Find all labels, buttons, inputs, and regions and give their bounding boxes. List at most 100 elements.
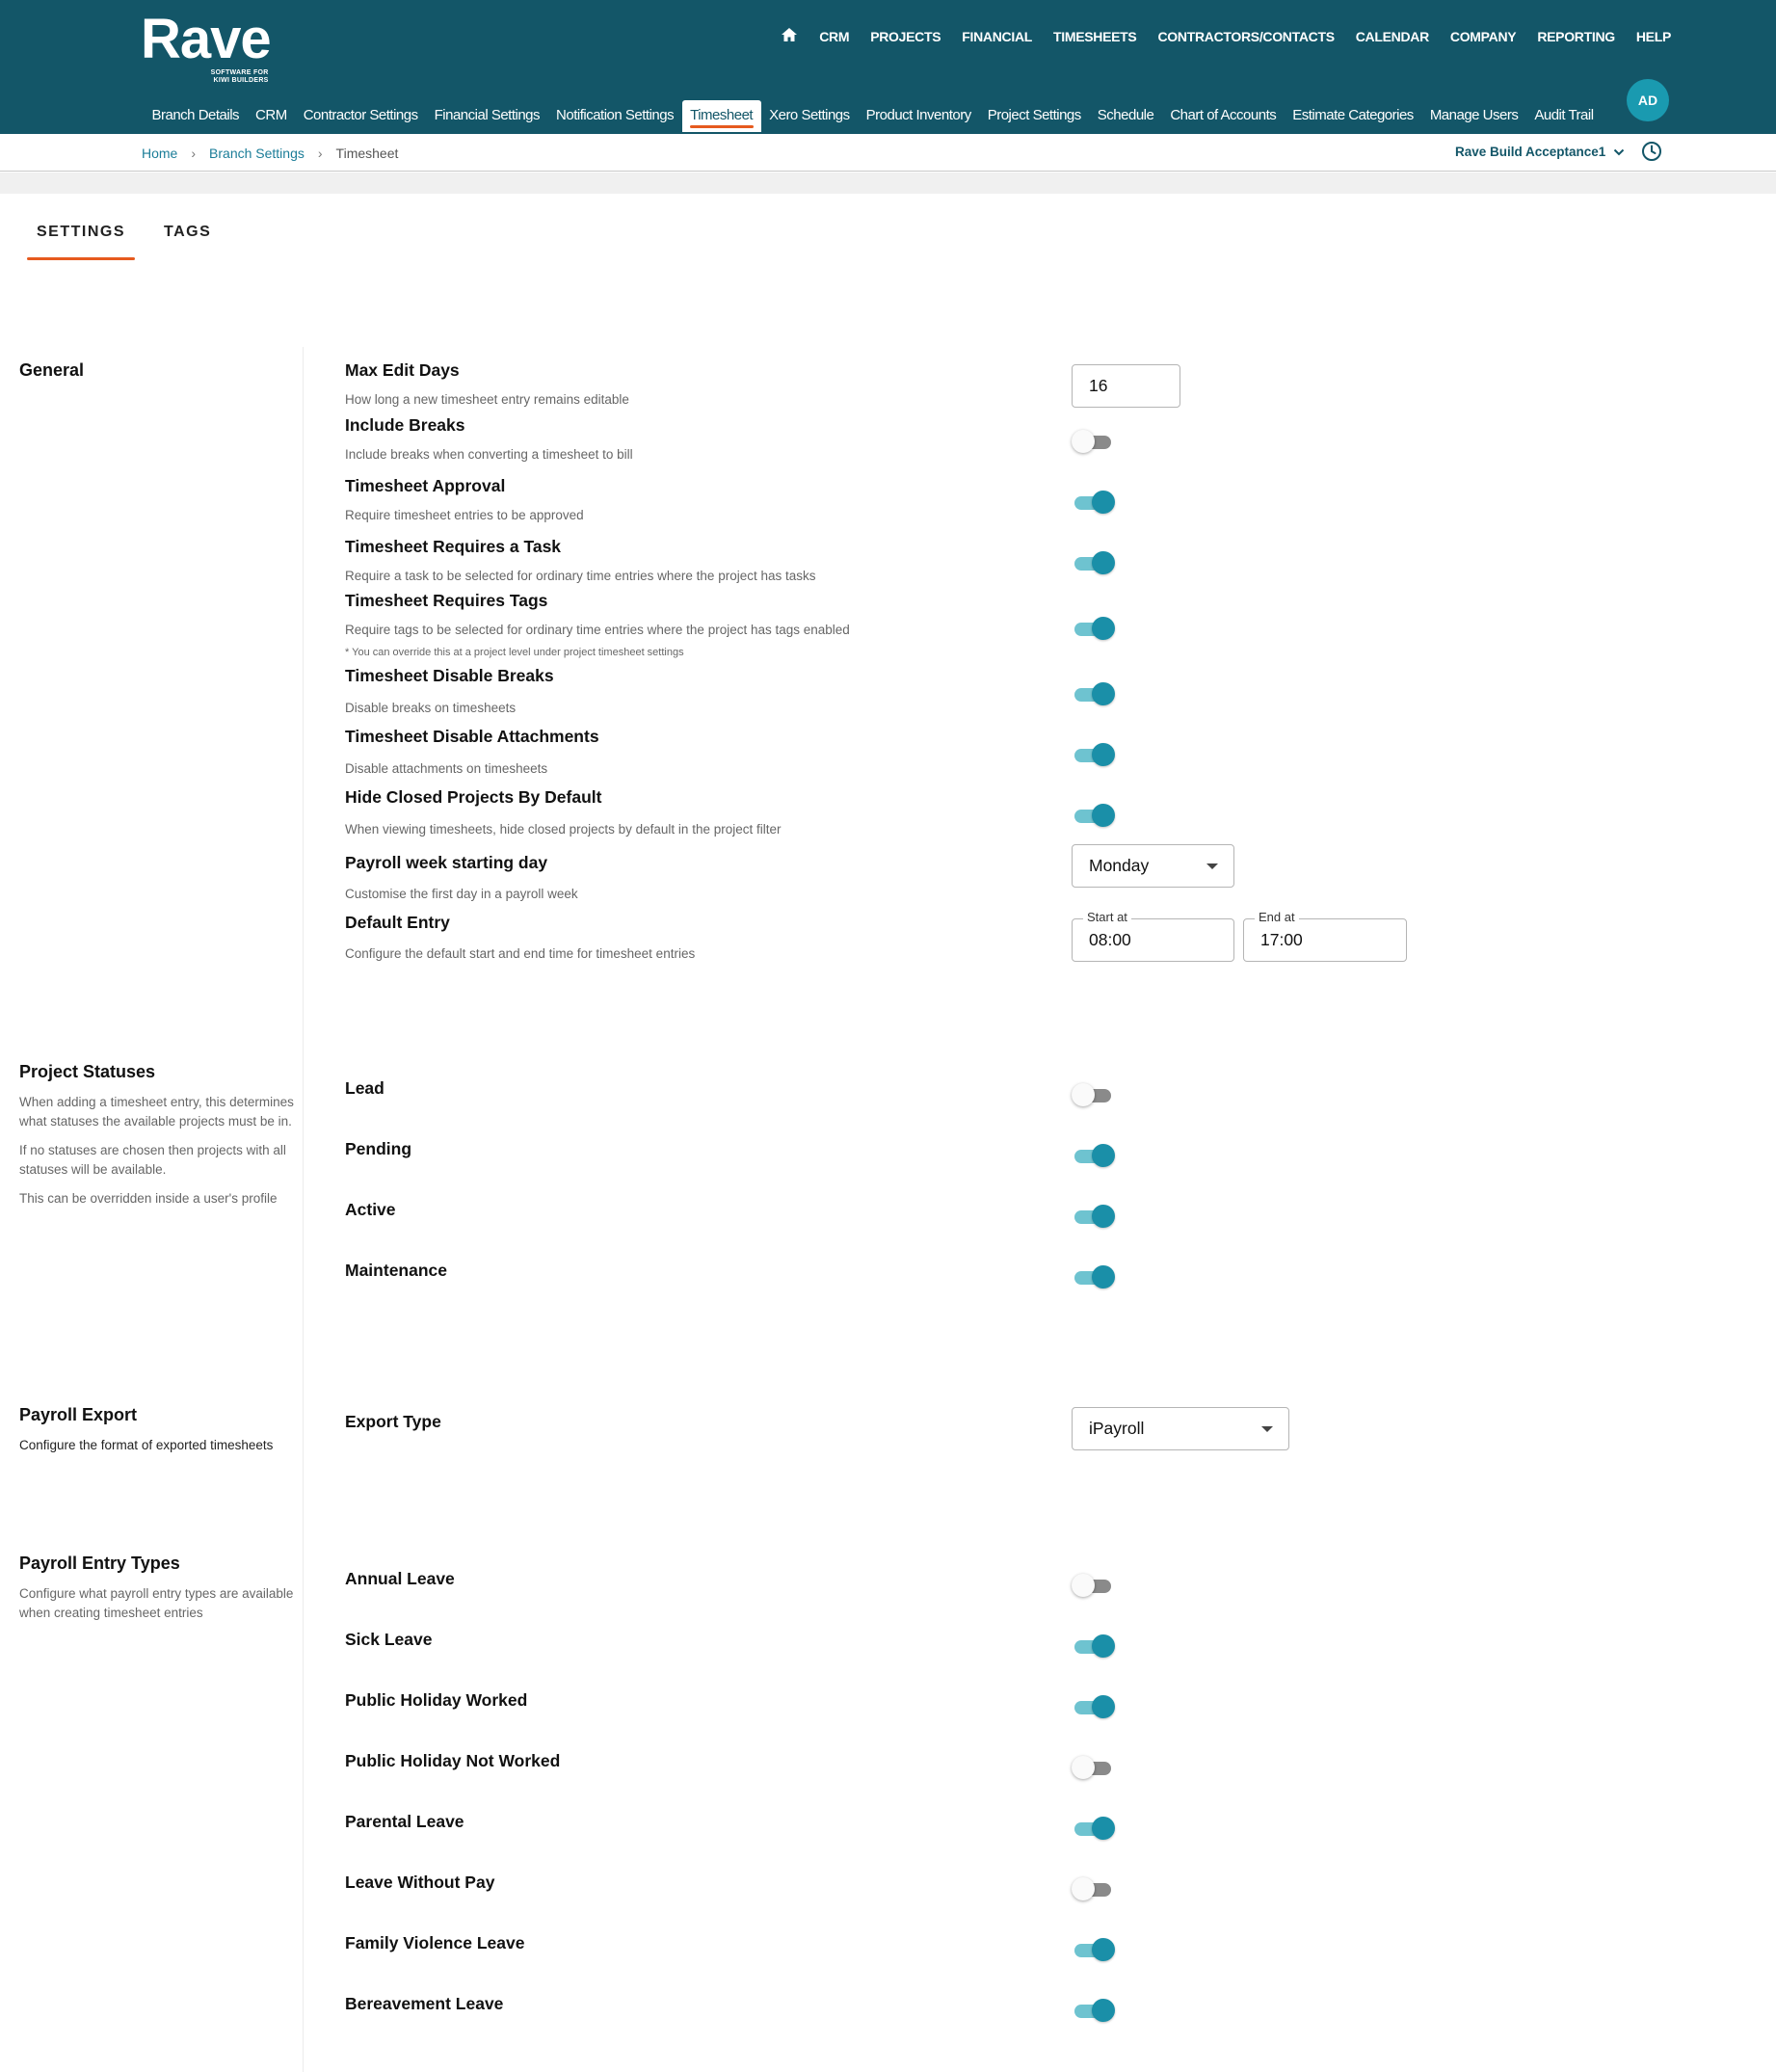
breadcrumb-home[interactable]: Home: [142, 146, 177, 161]
user-avatar[interactable]: AD: [1627, 79, 1669, 121]
setting-title-max-edit-days: Max Edit Days: [345, 360, 460, 380]
page-divider-strip: [0, 173, 1776, 194]
top-nav-calendar[interactable]: CALENDAR: [1356, 29, 1429, 44]
sub-nav-crm[interactable]: CRM: [248, 100, 296, 132]
timesheet-approval-toggle[interactable]: [1072, 490, 1115, 515]
sub-nav-financial-settings[interactable]: Financial Settings: [426, 100, 547, 132]
status-active-toggle[interactable]: [1072, 1204, 1115, 1229]
setting-desc-payroll-week: Customise the first day in a payroll wee…: [345, 887, 578, 901]
leave-without-pay-toggle[interactable]: [1072, 1876, 1114, 1901]
logo-wordmark: Rave: [141, 8, 272, 70]
include-breaks-toggle[interactable]: [1072, 429, 1114, 454]
history-clock-icon[interactable]: [1641, 141, 1662, 162]
setting-desc-max-edit-days: How long a new timesheet entry remains e…: [345, 392, 629, 407]
branch-selector[interactable]: Rave Build Acceptance1: [1455, 145, 1625, 159]
status-maintenance-toggle[interactable]: [1072, 1264, 1115, 1289]
max-edit-days-value[interactable]: [1089, 376, 1180, 396]
hide-closed-projects-toggle[interactable]: [1072, 803, 1115, 828]
public-holiday-not-worked-toggle[interactable]: [1072, 1755, 1114, 1780]
requires-tags-toggle[interactable]: [1072, 616, 1115, 641]
top-nav-reporting[interactable]: REPORTING: [1537, 29, 1615, 44]
export-type-select[interactable]: iPayroll: [1072, 1407, 1289, 1450]
sub-nav-estimate-categories[interactable]: Estimate Categories: [1285, 100, 1422, 132]
rave-logo[interactable]: Rave SOFTWARE FOR KIWI BUILDERS: [141, 8, 272, 85]
breadcrumb-branch-settings[interactable]: Branch Settings: [209, 146, 305, 161]
sub-nav-xero-settings[interactable]: Xero Settings: [761, 100, 859, 132]
tab-settings[interactable]: SETTINGS: [27, 216, 136, 260]
section-desc-payroll-export: Configure the format of exported timeshe…: [19, 1438, 274, 1452]
setting-desc-default-entry: Configure the default start and end time…: [345, 946, 696, 961]
top-nav-timesheets[interactable]: TIMESHEETS: [1053, 29, 1137, 44]
dropdown-arrow-icon: [1261, 1426, 1273, 1432]
entry-type-label-public-holiday-not-worked: Public Holiday Not Worked: [345, 1751, 561, 1770]
disable-breaks-toggle[interactable]: [1072, 681, 1115, 706]
bereavement-leave-toggle[interactable]: [1072, 1998, 1115, 2023]
status-pending-toggle[interactable]: [1072, 1143, 1115, 1168]
setting-title-export-type: Export Type: [345, 1412, 441, 1431]
section-title-general: General: [19, 360, 85, 380]
status-lead-toggle[interactable]: [1072, 1082, 1114, 1107]
setting-title-requires-tags: Timesheet Requires Tags: [345, 591, 548, 610]
home-icon[interactable]: [781, 27, 798, 45]
sub-nav-schedule[interactable]: Schedule: [1089, 100, 1162, 132]
family-violence-leave-toggle[interactable]: [1072, 1937, 1115, 1962]
entry-type-label-family-violence-leave: Family Violence Leave: [345, 1933, 525, 1952]
section-desc-project-statuses-2: If no statuses are chosen then projects …: [19, 1143, 286, 1177]
setting-title-hide-closed-projects: Hide Closed Projects By Default: [345, 787, 602, 807]
section-desc-project-statuses-1: When adding a timesheet entry, this dete…: [19, 1095, 294, 1129]
start-at-value: 08:00: [1089, 930, 1131, 949]
sub-nav-product-inventory[interactable]: Product Inventory: [858, 100, 979, 132]
payroll-week-select[interactable]: Monday: [1072, 844, 1234, 888]
sick-leave-toggle[interactable]: [1072, 1634, 1115, 1659]
setting-title-default-entry: Default Entry: [345, 913, 450, 932]
breadcrumb-bar: Home › Branch Settings › Timesheet Rave …: [0, 134, 1776, 172]
sub-nav-project-settings[interactable]: Project Settings: [979, 100, 1089, 132]
entry-type-label-sick-leave: Sick Leave: [345, 1630, 433, 1649]
settings-tabs: SETTINGS TAGS: [27, 216, 221, 260]
sub-nav-timesheet[interactable]: Timesheet: [681, 100, 761, 132]
setting-title-requires-task: Timesheet Requires a Task: [345, 537, 562, 556]
requires-task-toggle[interactable]: [1072, 550, 1115, 575]
setting-title-include-breaks: Include Breaks: [345, 415, 465, 435]
default-end-time-input[interactable]: End at 17:00: [1243, 910, 1407, 962]
top-nav-projects[interactable]: PROJECTS: [870, 29, 941, 44]
sub-nav-contractor-settings[interactable]: Contractor Settings: [295, 100, 426, 132]
setting-title-disable-attachments: Timesheet Disable Attachments: [345, 727, 599, 746]
logo-tagline: SOFTWARE FOR KIWI BUILDERS: [210, 69, 269, 84]
chevron-right-icon: ›: [191, 146, 197, 161]
annual-leave-toggle[interactable]: [1072, 1573, 1114, 1598]
parental-leave-toggle[interactable]: [1072, 1816, 1115, 1841]
end-at-value: 17:00: [1260, 930, 1303, 949]
status-label-lead: Lead: [345, 1078, 384, 1098]
setting-desc-disable-attachments: Disable attachments on timesheets: [345, 761, 548, 776]
section-title-project-statuses: Project Statuses: [19, 1062, 156, 1081]
section-desc-payroll-entry-types: Configure what payroll entry types are a…: [19, 1586, 294, 1620]
top-nav-company[interactable]: COMPANY: [1450, 29, 1517, 44]
section-title-payroll-export: Payroll Export: [19, 1405, 138, 1424]
public-holiday-worked-toggle[interactable]: [1072, 1694, 1115, 1719]
max-edit-days-input[interactable]: [1072, 364, 1180, 408]
top-nav-financial[interactable]: FINANCIAL: [962, 29, 1032, 44]
setting-desc-hide-closed-projects: When viewing timesheets, hide closed pro…: [345, 822, 782, 837]
top-nav-crm[interactable]: CRM: [819, 29, 849, 44]
sub-nav-branch-details[interactable]: Branch Details: [144, 100, 248, 132]
default-start-time-input[interactable]: Start at 08:00: [1072, 910, 1234, 962]
entry-type-label-leave-without-pay: Leave Without Pay: [345, 1873, 495, 1892]
breadcrumb: Home › Branch Settings › Timesheet: [142, 146, 398, 161]
entry-type-label-annual-leave: Annual Leave: [345, 1569, 455, 1588]
tab-tags[interactable]: TAGS: [154, 216, 221, 260]
export-type-selected: iPayroll: [1089, 1419, 1145, 1438]
entry-type-label-parental-leave: Parental Leave: [345, 1812, 464, 1831]
branch-selector-label: Rave Build Acceptance1: [1455, 145, 1606, 159]
start-at-label: Start at: [1083, 910, 1131, 924]
disable-attachments-toggle[interactable]: [1072, 742, 1115, 767]
sub-nav-manage-users[interactable]: Manage Users: [1421, 100, 1526, 132]
sub-nav-notification-settings[interactable]: Notification Settings: [548, 100, 682, 132]
entry-type-label-public-holiday-worked: Public Holiday Worked: [345, 1690, 528, 1710]
chevron-down-icon: [1614, 148, 1625, 155]
status-label-maintenance: Maintenance: [345, 1261, 447, 1280]
sub-nav-audit-trail[interactable]: Audit Trail: [1526, 100, 1602, 132]
top-nav-contractors[interactable]: CONTRACTORS/CONTACTS: [1157, 29, 1335, 44]
top-nav-help[interactable]: HELP: [1636, 29, 1671, 44]
sub-nav-chart-of-accounts[interactable]: Chart of Accounts: [1162, 100, 1285, 132]
